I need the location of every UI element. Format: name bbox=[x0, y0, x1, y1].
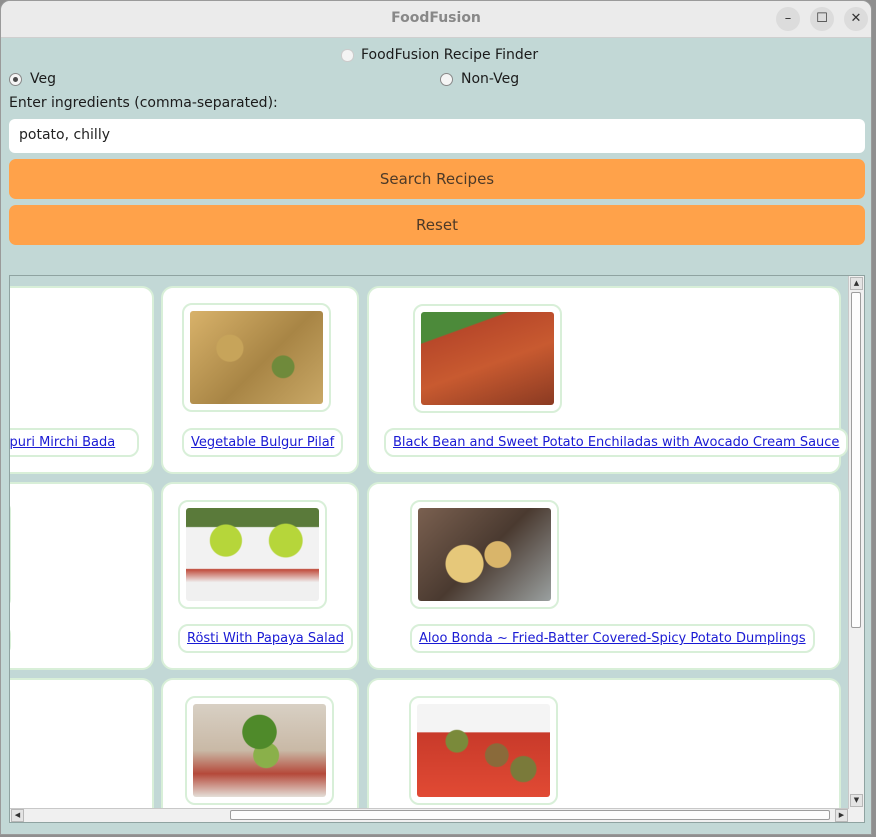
recipe-card bbox=[367, 678, 841, 822]
recipe-image[interactable] bbox=[10, 500, 11, 609]
recipe-card bbox=[161, 678, 359, 822]
minimize-icon[interactable]: – bbox=[776, 7, 800, 31]
nonveg-label: Non-Veg bbox=[461, 71, 520, 87]
recipe-link[interactable] bbox=[10, 624, 11, 656]
scroll-left-icon[interactable]: ◀ bbox=[11, 809, 24, 822]
scroll-up-icon[interactable]: ▲ bbox=[850, 277, 863, 290]
ingredients-input[interactable]: potato, chilly bbox=[9, 119, 865, 153]
nonveg-radio[interactable]: Non-Veg bbox=[440, 71, 519, 87]
recipe-results-area[interactable]: dhpuri Mirchi Bada Vegetable Bulgur Pila… bbox=[9, 275, 865, 823]
recipe-link[interactable]: Black Bean and Sweet Potato Enchiladas w… bbox=[384, 428, 849, 457]
vertical-scrollbar[interactable]: ▲ ▼ bbox=[848, 276, 864, 822]
maximize-icon[interactable]: ☐ bbox=[810, 7, 834, 31]
recipe-card bbox=[10, 482, 154, 670]
ingredients-label: Enter ingredients (comma-separated): bbox=[9, 95, 278, 111]
recipe-card: Vegetable Bulgur Pilaf bbox=[161, 286, 359, 474]
recipe-link[interactable]: Aloo Bonda ~ Fried-Batter Covered-Spicy … bbox=[410, 624, 815, 653]
recipe-link[interactable]: Rösti With Papaya Salad bbox=[178, 624, 353, 653]
radio-unchecked-icon bbox=[440, 72, 453, 86]
search-recipes-button[interactable]: Search Recipes bbox=[9, 159, 865, 199]
app-heading: FoodFusion Recipe Finder bbox=[341, 47, 538, 63]
veg-radio[interactable]: Veg bbox=[9, 71, 56, 87]
reset-button[interactable]: Reset bbox=[9, 205, 865, 245]
horizontal-scroll-thumb[interactable] bbox=[230, 810, 830, 820]
horizontal-scrollbar[interactable]: ◀ ▶ bbox=[10, 808, 849, 822]
scroll-down-icon[interactable]: ▼ bbox=[850, 794, 863, 807]
title-bar: FoodFusion – ☐ ✕ bbox=[1, 1, 871, 38]
recipe-card: Aloo Bonda ~ Fried-Batter Covered-Spicy … bbox=[367, 482, 841, 670]
recipe-image[interactable] bbox=[178, 500, 327, 609]
recipe-card: dhpuri Mirchi Bada bbox=[10, 286, 154, 474]
recipe-image[interactable] bbox=[185, 696, 334, 805]
scroll-right-icon[interactable]: ▶ bbox=[835, 809, 848, 822]
close-icon[interactable]: ✕ bbox=[844, 7, 868, 31]
vertical-scroll-thumb[interactable] bbox=[851, 292, 861, 628]
recipe-card bbox=[10, 678, 154, 822]
scrollbar-corner bbox=[849, 809, 864, 822]
app-heading-text: FoodFusion Recipe Finder bbox=[361, 47, 539, 63]
window-title: FoodFusion bbox=[391, 10, 481, 26]
recipe-link[interactable]: dhpuri Mirchi Bada bbox=[10, 428, 139, 457]
recipe-image[interactable] bbox=[409, 696, 558, 805]
veg-label: Veg bbox=[30, 71, 56, 87]
radio-checked-icon bbox=[9, 72, 22, 86]
recipe-link[interactable]: Vegetable Bulgur Pilaf bbox=[182, 428, 344, 457]
recipe-image[interactable] bbox=[410, 500, 559, 609]
recipe-image[interactable] bbox=[413, 304, 562, 413]
recipe-card: Rösti With Papaya Salad bbox=[161, 482, 359, 670]
app-logo-icon bbox=[341, 48, 354, 62]
recipe-card: Black Bean and Sweet Potato Enchiladas w… bbox=[367, 286, 849, 474]
recipe-image[interactable] bbox=[182, 303, 331, 412]
app-window: FoodFusion – ☐ ✕ FoodFusion Recipe Finde… bbox=[0, 0, 872, 835]
